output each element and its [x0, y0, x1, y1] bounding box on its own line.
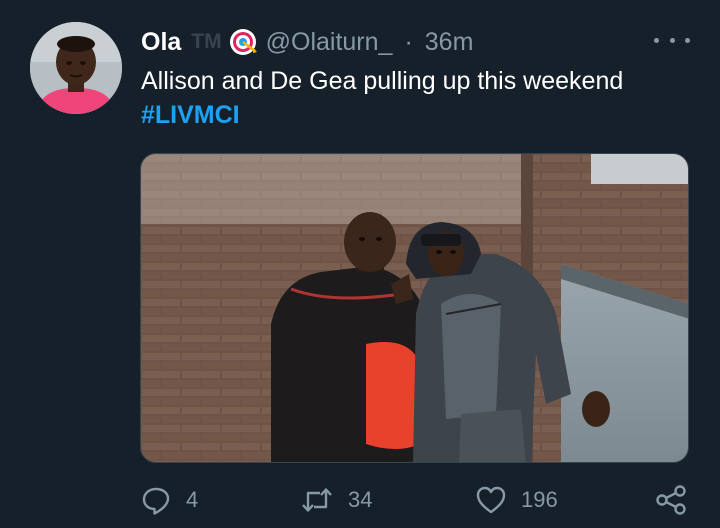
tweet-header: Ola TM @Olaiturn_ · 36m: [141, 26, 473, 58]
heart-icon: [475, 485, 507, 515]
photo-image: [141, 154, 688, 462]
reply-icon: [140, 484, 172, 516]
more-dot: [654, 37, 659, 43]
handle[interactable]: @Olaiturn_: [266, 28, 393, 57]
timestamp[interactable]: 36m: [425, 28, 474, 57]
more-options-icon[interactable]: [654, 30, 690, 50]
display-name[interactable]: Ola: [141, 28, 181, 57]
tweet-text: Allison and De Gea pulling up this weeke…: [141, 64, 701, 132]
tweet-body: Allison and De Gea pulling up this weeke…: [141, 67, 624, 95]
like-count: 196: [521, 487, 558, 512]
separator-dot: ·: [404, 27, 413, 56]
more-dot: [669, 37, 675, 43]
like-action[interactable]: 196: [475, 480, 558, 520]
hashtag-link[interactable]: #LIVMCI: [141, 98, 701, 132]
reply-action[interactable]: 4: [140, 480, 198, 520]
avatar-image: [30, 22, 122, 114]
reply-count: 4: [186, 487, 199, 512]
tweet-photo[interactable]: [140, 153, 689, 463]
retweet-count: 34: [348, 487, 373, 512]
more-dot: [685, 37, 690, 43]
name-suffix: TM: [191, 30, 222, 53]
retweet-icon: [300, 484, 334, 516]
target-icon: [228, 27, 258, 57]
tweet-actions: 4 34 196: [140, 480, 690, 520]
share-icon: [654, 484, 688, 516]
retweet-action[interactable]: 34: [300, 480, 372, 520]
avatar[interactable]: [30, 22, 122, 114]
tweet[interactable]: Ola TM @Olaiturn_ · 36m Allison and De G…: [0, 0, 720, 528]
share-action[interactable]: [654, 480, 688, 520]
